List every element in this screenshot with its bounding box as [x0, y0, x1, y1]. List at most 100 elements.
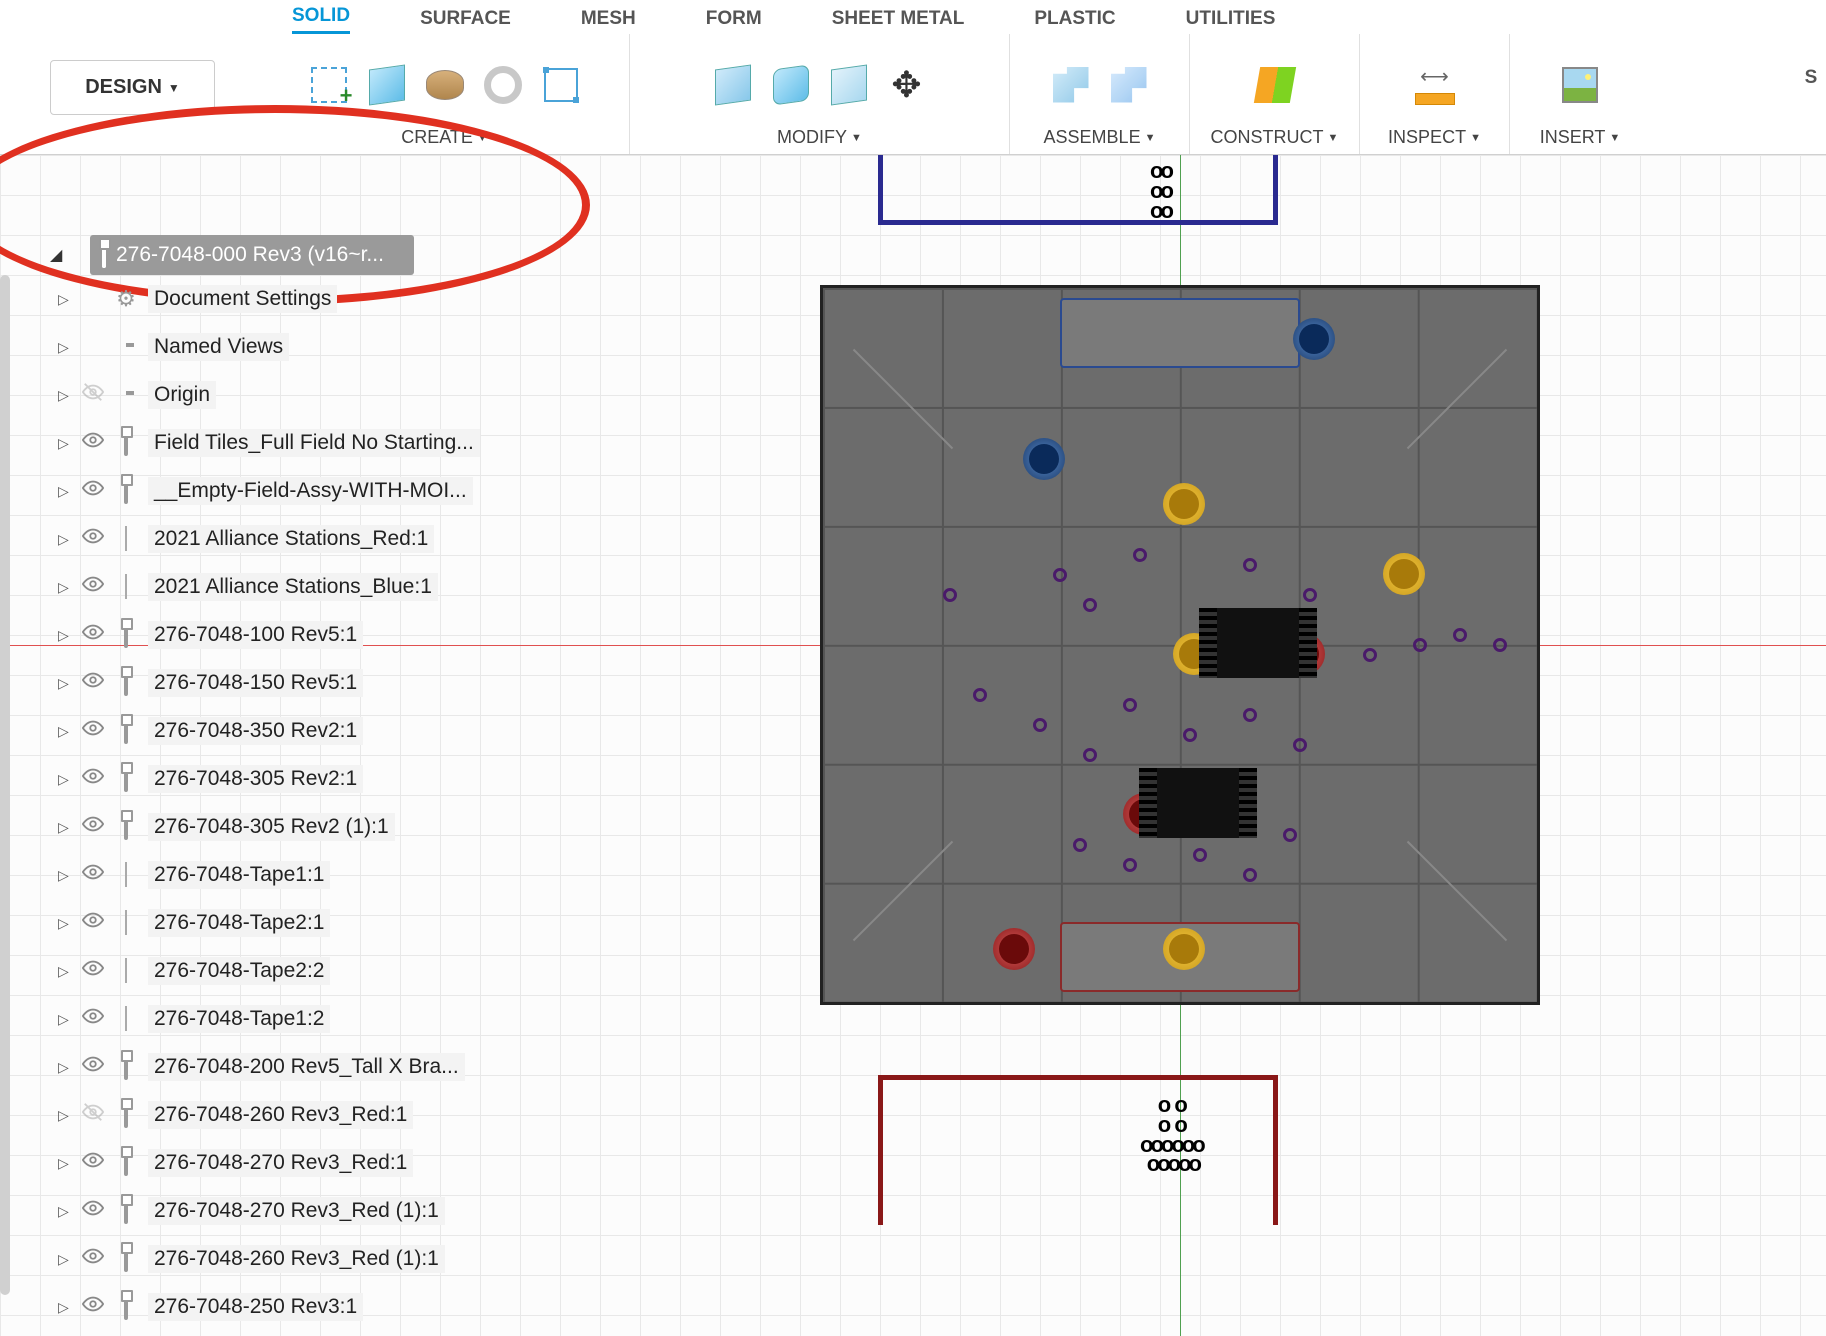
browser-node[interactable]: ▷276-7048-270 Rev3_Red:1 — [30, 1139, 590, 1187]
canvas-viewport[interactable]: oooooo — [0, 155, 1826, 1336]
component-link-icon — [124, 1247, 128, 1271]
panel-construct-label[interactable]: CONSTRUCT▼ — [1211, 127, 1339, 148]
expand-triangle-icon[interactable]: ▷ — [58, 867, 72, 884]
visibility-eye-icon[interactable] — [82, 1149, 104, 1177]
expand-triangle-icon[interactable]: ▷ — [58, 771, 72, 788]
fillet-icon[interactable] — [766, 60, 816, 110]
measure-icon[interactable]: ⟷ — [1410, 60, 1460, 110]
visibility-eye-icon[interactable] — [82, 429, 104, 457]
browser-node[interactable]: ▷Field Tiles_Full Field No Starting... — [30, 419, 590, 467]
expand-triangle-icon[interactable]: ▷ — [58, 819, 72, 836]
expand-triangle-icon[interactable]: ▷ — [58, 1251, 72, 1268]
visibility-eye-icon[interactable] — [82, 861, 104, 889]
expand-triangle-icon[interactable]: ▷ — [58, 1299, 72, 1316]
visibility-eye-icon[interactable] — [82, 1005, 104, 1033]
panel-create-label[interactable]: CREATE▼ — [401, 127, 488, 148]
browser-node[interactable]: ▷276-7048-260 Rev3_Red (1):1 — [30, 1235, 590, 1283]
shell-icon[interactable] — [824, 60, 874, 110]
visibility-eye-off-icon[interactable] — [82, 1101, 104, 1129]
tab-sheet-metal[interactable]: SHEET METAL — [832, 8, 965, 34]
component-link-icon — [124, 1055, 128, 1079]
expand-triangle-icon[interactable]: ◢ — [50, 245, 62, 265]
browser-node[interactable]: ▷__Empty-Field-Assy-WITH-MOI... — [30, 467, 590, 515]
press-pull-icon[interactable] — [708, 60, 758, 110]
expand-triangle-icon[interactable]: ▷ — [58, 387, 72, 404]
expand-triangle-icon[interactable]: ▷ — [58, 1155, 72, 1172]
insert-image-icon[interactable] — [1555, 60, 1605, 110]
expand-triangle-icon[interactable]: ▷ — [58, 1107, 72, 1124]
browser-root-node[interactable]: ◢ 276-7048-000 Rev3 (v16~r... — [90, 235, 414, 275]
browser-node[interactable]: ▷276-7048-Tape1:1 — [30, 851, 590, 899]
browser-node[interactable]: ▷ 276-7048-305 Rev2 (1):1 — [30, 803, 590, 851]
visibility-eye-icon[interactable] — [82, 621, 104, 649]
visibility-eye-icon[interactable] — [82, 957, 104, 985]
visibility-eye-icon[interactable] — [82, 765, 104, 793]
visibility-eye-icon[interactable] — [82, 1053, 104, 1081]
expand-triangle-icon[interactable]: ▷ — [58, 1059, 72, 1076]
tab-plastic[interactable]: PLASTIC — [1034, 8, 1115, 34]
move-icon[interactable]: ✥ — [882, 60, 932, 110]
expand-triangle-icon[interactable]: ▷ — [58, 435, 72, 452]
browser-node[interactable]: ▷2021 Alliance Stations_Red:1 — [30, 515, 590, 563]
expand-triangle-icon[interactable]: ▷ — [58, 963, 72, 980]
browser-node[interactable]: ▷276-7048-270 Rev3_Red (1):1 — [30, 1187, 590, 1235]
visibility-eye-icon[interactable] — [82, 525, 104, 553]
visibility-eye-icon[interactable] — [82, 573, 104, 601]
browser-node[interactable]: ▷276-7048-305 Rev2:1 — [30, 755, 590, 803]
tab-utilities[interactable]: UTILITIES — [1186, 8, 1276, 34]
visibility-eye-icon[interactable] — [82, 1293, 104, 1321]
tab-surface[interactable]: SURFACE — [420, 8, 511, 34]
browser-node[interactable]: ▷276-7048-350 Rev2:1 — [30, 707, 590, 755]
browser-scrollbar[interactable] — [0, 275, 10, 1295]
browser-node[interactable]: ▷276-7048-200 Rev5_Tall X Bra... — [30, 1043, 590, 1091]
browser-node[interactable]: ▷276-7048-100 Rev5:1 — [30, 611, 590, 659]
visibility-eye-icon[interactable] — [82, 1245, 104, 1273]
panel-insert-label[interactable]: INSERT▼ — [1540, 127, 1621, 148]
visibility-eye-icon[interactable] — [82, 813, 104, 841]
visibility-eye-icon[interactable] — [82, 909, 104, 937]
expand-triangle-icon[interactable]: ▷ — [58, 915, 72, 932]
browser-node[interactable]: ▷2021 Alliance Stations_Blue:1 — [30, 563, 590, 611]
browser-node[interactable]: ▷276-7048-250 Rev3:1 — [30, 1283, 590, 1331]
node-label: 276-7048-305 Rev2 (1):1 — [148, 813, 395, 841]
browser-node[interactable]: ▷276-7048-150 Rev5:1 — [30, 659, 590, 707]
browser-node[interactable]: ▷276-7048-Tape1:2 — [30, 995, 590, 1043]
joint-icon[interactable] — [1046, 60, 1096, 110]
expand-triangle-icon[interactable]: ▷ — [58, 579, 72, 596]
visibility-eye-icon[interactable] — [82, 717, 104, 745]
panel-assemble-label[interactable]: ASSEMBLE▼ — [1044, 127, 1156, 148]
hole-icon[interactable] — [478, 60, 528, 110]
expand-triangle-icon[interactable]: ▷ — [58, 531, 72, 548]
browser-node[interactable]: ▷276-7048-260 Rev3_Red:1 — [30, 1091, 590, 1139]
expand-triangle-icon[interactable]: ▷ — [58, 1011, 72, 1028]
create-sketch-icon[interactable] — [304, 60, 354, 110]
browser-node[interactable]: ▷276-7048-Tape2:1 — [30, 899, 590, 947]
browser-node[interactable]: ▷Named Views — [30, 323, 590, 371]
tab-solid[interactable]: SOLID — [292, 5, 350, 34]
rectangle-icon[interactable] — [536, 60, 586, 110]
as-built-joint-icon[interactable] — [1104, 60, 1154, 110]
visibility-eye-icon[interactable] — [82, 477, 104, 505]
expand-triangle-icon[interactable]: ▷ — [58, 627, 72, 644]
browser-node[interactable]: ▷⚙Document Settings — [30, 275, 590, 323]
visibility-eye-off-icon[interactable] — [82, 381, 104, 409]
tab-mesh[interactable]: MESH — [581, 8, 636, 34]
visibility-eye-icon[interactable] — [82, 1197, 104, 1225]
expand-triangle-icon[interactable]: ▷ — [58, 483, 72, 500]
visibility-eye-icon[interactable] — [82, 669, 104, 697]
expand-triangle-icon[interactable]: ▷ — [58, 339, 72, 356]
expand-triangle-icon[interactable]: ▷ — [58, 291, 72, 308]
expand-triangle-icon[interactable]: ▷ — [58, 675, 72, 692]
construct-plane-icon[interactable] — [1250, 60, 1300, 110]
browser-node[interactable]: ▷276-7048-Tape2:2 — [30, 947, 590, 995]
workspace-switcher[interactable]: DESIGN ▼ — [50, 60, 215, 115]
panel-modify-label[interactable]: MODIFY▼ — [777, 127, 862, 148]
expand-triangle-icon[interactable]: ▷ — [58, 723, 72, 740]
field-ring — [1493, 638, 1507, 652]
tab-form[interactable]: FORM — [706, 8, 762, 34]
expand-triangle-icon[interactable]: ▷ — [58, 1203, 72, 1220]
revolve-icon[interactable] — [420, 60, 470, 110]
browser-node[interactable]: ▷Origin — [30, 371, 590, 419]
box-icon[interactable] — [362, 60, 412, 110]
panel-inspect-label[interactable]: INSPECT▼ — [1388, 127, 1481, 148]
